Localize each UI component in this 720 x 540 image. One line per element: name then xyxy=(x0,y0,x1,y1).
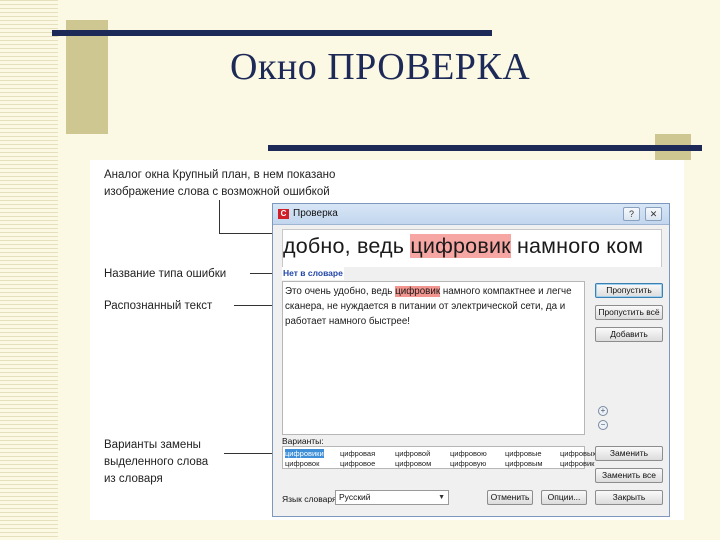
dictionary-language-value: Русский xyxy=(339,492,371,502)
variant-item[interactable]: цифровое xyxy=(340,459,375,468)
variant-item[interactable]: цифровою xyxy=(450,449,487,458)
close-button[interactable]: Закрыть xyxy=(595,490,663,505)
annotation-zoom-line2: изображение слова с возможной ошибкой xyxy=(104,186,330,198)
annotation-variants-line2: выделенного слова xyxy=(104,456,209,468)
decor-bar-top xyxy=(52,30,492,36)
variant-item[interactable]: цифровок xyxy=(285,459,319,468)
error-type-label: Нет в словаре xyxy=(282,267,344,280)
zoom-text-before: добно, ведь xyxy=(283,234,411,258)
variant-item[interactable]: цифровики xyxy=(285,449,324,458)
zoom-image-area: добно, ведь цифровик намного ком xyxy=(282,229,662,267)
connector-zoom-vertical xyxy=(219,200,220,233)
variant-item[interactable]: цифровых xyxy=(560,449,596,458)
zoom-in-icon[interactable]: + xyxy=(598,406,608,416)
variants-list[interactable]: цифровики цифровок цифровая цифровое циф… xyxy=(282,446,596,469)
annotation-variants-line3: из словаря xyxy=(104,473,163,485)
replace-button[interactable]: Заменить xyxy=(595,446,663,461)
variant-item[interactable]: цифровая xyxy=(340,449,375,458)
slide-title: Окно ПРОВЕРКА xyxy=(230,46,531,88)
variant-item[interactable]: цифровую xyxy=(450,459,486,468)
annotation-variants-line1: Варианты замены xyxy=(104,439,201,451)
annotation-error-type: Название типа ошибки xyxy=(104,268,227,280)
help-button[interactable]: ? xyxy=(623,207,640,221)
dictionary-language-label: Язык словаря: xyxy=(282,494,340,504)
check-dialog: C Проверка ? ✕ добно, ведь цифровик намн… xyxy=(272,203,670,517)
recognized-text: Это очень удобно, ведь цифровик намного … xyxy=(285,284,583,329)
variant-item[interactable]: цифровом xyxy=(395,459,431,468)
dropdown-arrow-icon: ▼ xyxy=(438,494,445,501)
decor-square-left xyxy=(66,20,108,134)
dictionary-language-select[interactable]: Русский ▼ xyxy=(335,490,449,505)
variants-label: Варианты: xyxy=(282,436,324,446)
variant-item[interactable]: цифровым xyxy=(505,459,543,468)
variant-item[interactable]: цифровик xyxy=(560,459,594,468)
add-button[interactable]: Добавить xyxy=(595,327,663,342)
annotation-recognized-text: Распознанный текст xyxy=(104,300,213,312)
replace-all-button[interactable]: Заменить все xyxy=(595,468,663,483)
zoom-text-highlight: цифровик xyxy=(410,234,511,258)
annotation-zoom-line1: Аналог окна Крупный план, в нем показано xyxy=(104,169,336,181)
decor-bar-right xyxy=(268,145,702,151)
recognized-text-highlight: цифровик xyxy=(395,286,441,297)
zoom-text-after: намного ком xyxy=(510,234,644,258)
zoom-text: добно, ведь цифровик намного ком xyxy=(283,234,643,259)
dialog-title: Проверка xyxy=(293,208,338,219)
dialog-titlebar: C Проверка ? ✕ xyxy=(273,204,669,225)
recognized-text-part1: Это очень удобно, ведь xyxy=(285,286,396,297)
variant-item[interactable]: цифровые xyxy=(505,449,542,458)
window-close-button[interactable]: ✕ xyxy=(645,207,662,221)
app-logo-icon: C xyxy=(278,209,289,219)
recognized-text-area[interactable]: Это очень удобно, ведь цифровик намного … xyxy=(282,281,585,435)
zoom-out-icon[interactable]: − xyxy=(598,420,608,430)
skip-button[interactable]: Пропустить xyxy=(595,283,663,298)
skip-all-button[interactable]: Пропустить всё xyxy=(595,305,663,320)
options-button[interactable]: Опции... xyxy=(541,490,587,505)
undo-button[interactable]: Отменить xyxy=(487,490,533,505)
background-stripes xyxy=(0,0,58,540)
variant-item[interactable]: цифровой xyxy=(395,449,430,458)
